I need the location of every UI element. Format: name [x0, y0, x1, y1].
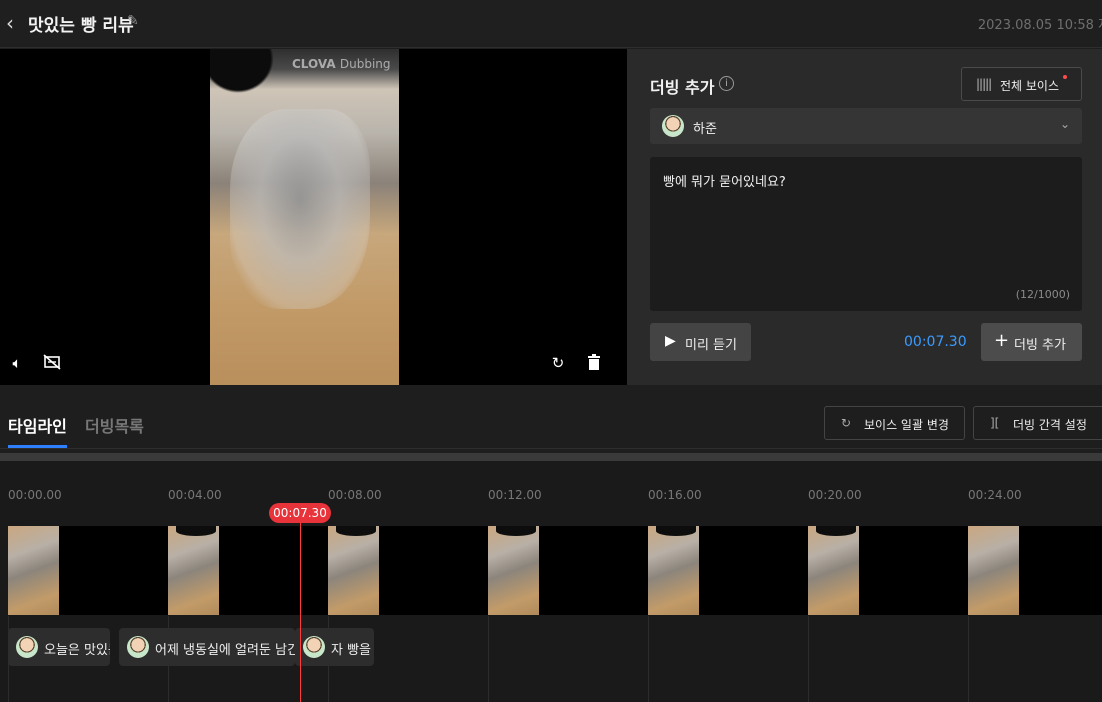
watermark-brand: CLOVA — [292, 57, 336, 71]
dub-clip-text: 어제 냉동실에 얼려둔 남긴 — [155, 643, 295, 658]
char-count: (12/1000) — [1015, 288, 1070, 301]
voice-avatar — [662, 115, 684, 137]
time-tick: 00:00.00 — [8, 488, 62, 502]
video-content-bag — [230, 109, 370, 309]
video-thumbnail — [808, 526, 859, 615]
dubbing-panel: 더빙 추가 i ||||| 전체 보이스 하준 ⌄ 빵에 뭐가 묻어있네요? (… — [627, 49, 1102, 385]
bulk-voice-change-label: 보이스 일괄 변경 — [864, 418, 949, 432]
refresh-icon: ↻ — [841, 416, 852, 430]
save-timestamp: 2023.08.05 10:58 저 — [977, 18, 1102, 33]
dub-interval-button[interactable]: ][ 더빙 간격 설정 — [973, 406, 1102, 440]
time-tick: 00:04.00 — [168, 488, 222, 502]
dub-clip-text: 자 빵을 — [331, 643, 372, 658]
tab-timeline[interactable]: 타임라인 — [8, 413, 67, 437]
dub-clip[interactable]: 자 빵을 — [295, 628, 374, 666]
script-textarea[interactable]: 빵에 뭐가 묻어있네요? (12/1000) — [650, 157, 1082, 311]
dub-clip[interactable]: 오늘은 맛있는 — [8, 628, 110, 666]
grid-line — [648, 616, 649, 702]
clip-avatar — [303, 636, 325, 658]
preview-label: 미리 듣기 — [685, 338, 737, 353]
clip-avatar — [127, 636, 149, 658]
add-dubbing-label: 더빙 추가 — [1014, 338, 1066, 353]
watermark: CLOVA Dubbing — [292, 57, 391, 71]
current-timecode: 00:07.30 — [904, 334, 967, 350]
dub-clip[interactable]: 어제 냉동실에 얼려둔 남긴 — [119, 628, 295, 666]
notification-dot — [1063, 75, 1067, 79]
panel-title: 더빙 추가 — [650, 78, 715, 97]
video-thumbnail — [8, 526, 59, 615]
time-tick: 00:24.00 — [968, 488, 1022, 502]
subtitle-off-icon[interactable] — [43, 354, 61, 372]
bulk-voice-change-button[interactable]: ↻ 보이스 일괄 변경 — [824, 406, 965, 440]
voice-name: 하준 — [693, 122, 717, 137]
trash-icon[interactable] — [585, 354, 603, 372]
video-thumbnail — [648, 526, 699, 615]
active-tab-indicator — [8, 445, 67, 448]
dub-clip-text: 오늘은 맛있는 — [44, 643, 110, 658]
video-player[interactable]: CLOVA Dubbing 🔈︎ ↻ — [0, 49, 627, 385]
plus-icon: + — [994, 330, 1010, 351]
info-icon[interactable]: i — [719, 76, 734, 91]
time-tick: 00:12.00 — [488, 488, 542, 502]
edit-pencil-icon[interactable]: ✎ — [127, 13, 139, 29]
grid-line — [488, 616, 489, 702]
watermark-product: Dubbing — [339, 57, 391, 71]
grid-line — [808, 616, 809, 702]
preview-button[interactable]: ▶ 미리 듣기 — [650, 323, 751, 361]
play-icon: ▶ — [665, 333, 676, 349]
time-tick: 00:20.00 — [808, 488, 862, 502]
video-thumbnail-strip[interactable] — [8, 526, 1102, 615]
volume-icon[interactable]: 🔈︎ — [8, 354, 26, 372]
video-thumbnail — [968, 526, 1019, 615]
tab-bar: 타임라인 더빙목록 ↻ 보이스 일괄 변경 ][ 더빙 간격 설정 — [0, 385, 1102, 449]
video-thumbnail — [168, 526, 219, 615]
add-dubbing-button[interactable]: + 더빙 추가 — [981, 323, 1082, 361]
voice-select[interactable]: 하준 ⌄ — [650, 108, 1082, 144]
interval-icon: ][ — [990, 416, 1000, 430]
waveform-icon: ||||| — [976, 77, 992, 91]
back-arrow-icon[interactable]: ‹ — [6, 12, 22, 34]
timeline[interactable]: 00:00.00 00:04.00 00:08.00 00:12.00 00:1… — [0, 461, 1102, 702]
project-title[interactable]: 맛있는 빵 리뷰 — [28, 11, 134, 36]
clip-avatar — [16, 636, 38, 658]
video-frame — [210, 49, 399, 385]
script-text[interactable]: 빵에 뭐가 묻어있네요? — [663, 171, 786, 190]
playhead-timecode[interactable]: 00:07.30 — [269, 503, 331, 523]
grid-line — [968, 616, 969, 702]
all-voice-label: 전체 보이스 — [1000, 79, 1060, 93]
video-thumbnail — [328, 526, 379, 615]
all-voice-button[interactable]: ||||| 전체 보이스 — [961, 67, 1082, 101]
time-tick: 00:08.00 — [328, 488, 382, 502]
tab-dub-list[interactable]: 더빙목록 — [85, 413, 144, 437]
header-bar: ‹ 맛있는 빵 리뷰 ✎ 2023.08.05 10:58 저 — [0, 0, 1102, 48]
timeline-scrollbar[interactable] — [0, 453, 1102, 461]
replace-icon[interactable]: ↻ — [549, 354, 567, 372]
time-tick: 00:16.00 — [648, 488, 702, 502]
playhead-line[interactable] — [300, 510, 301, 702]
video-content-stand — [210, 49, 280, 99]
chevron-down-icon: ⌄ — [1059, 117, 1070, 131]
dub-interval-label: 더빙 간격 설정 — [1013, 418, 1087, 432]
video-thumbnail — [488, 526, 539, 615]
